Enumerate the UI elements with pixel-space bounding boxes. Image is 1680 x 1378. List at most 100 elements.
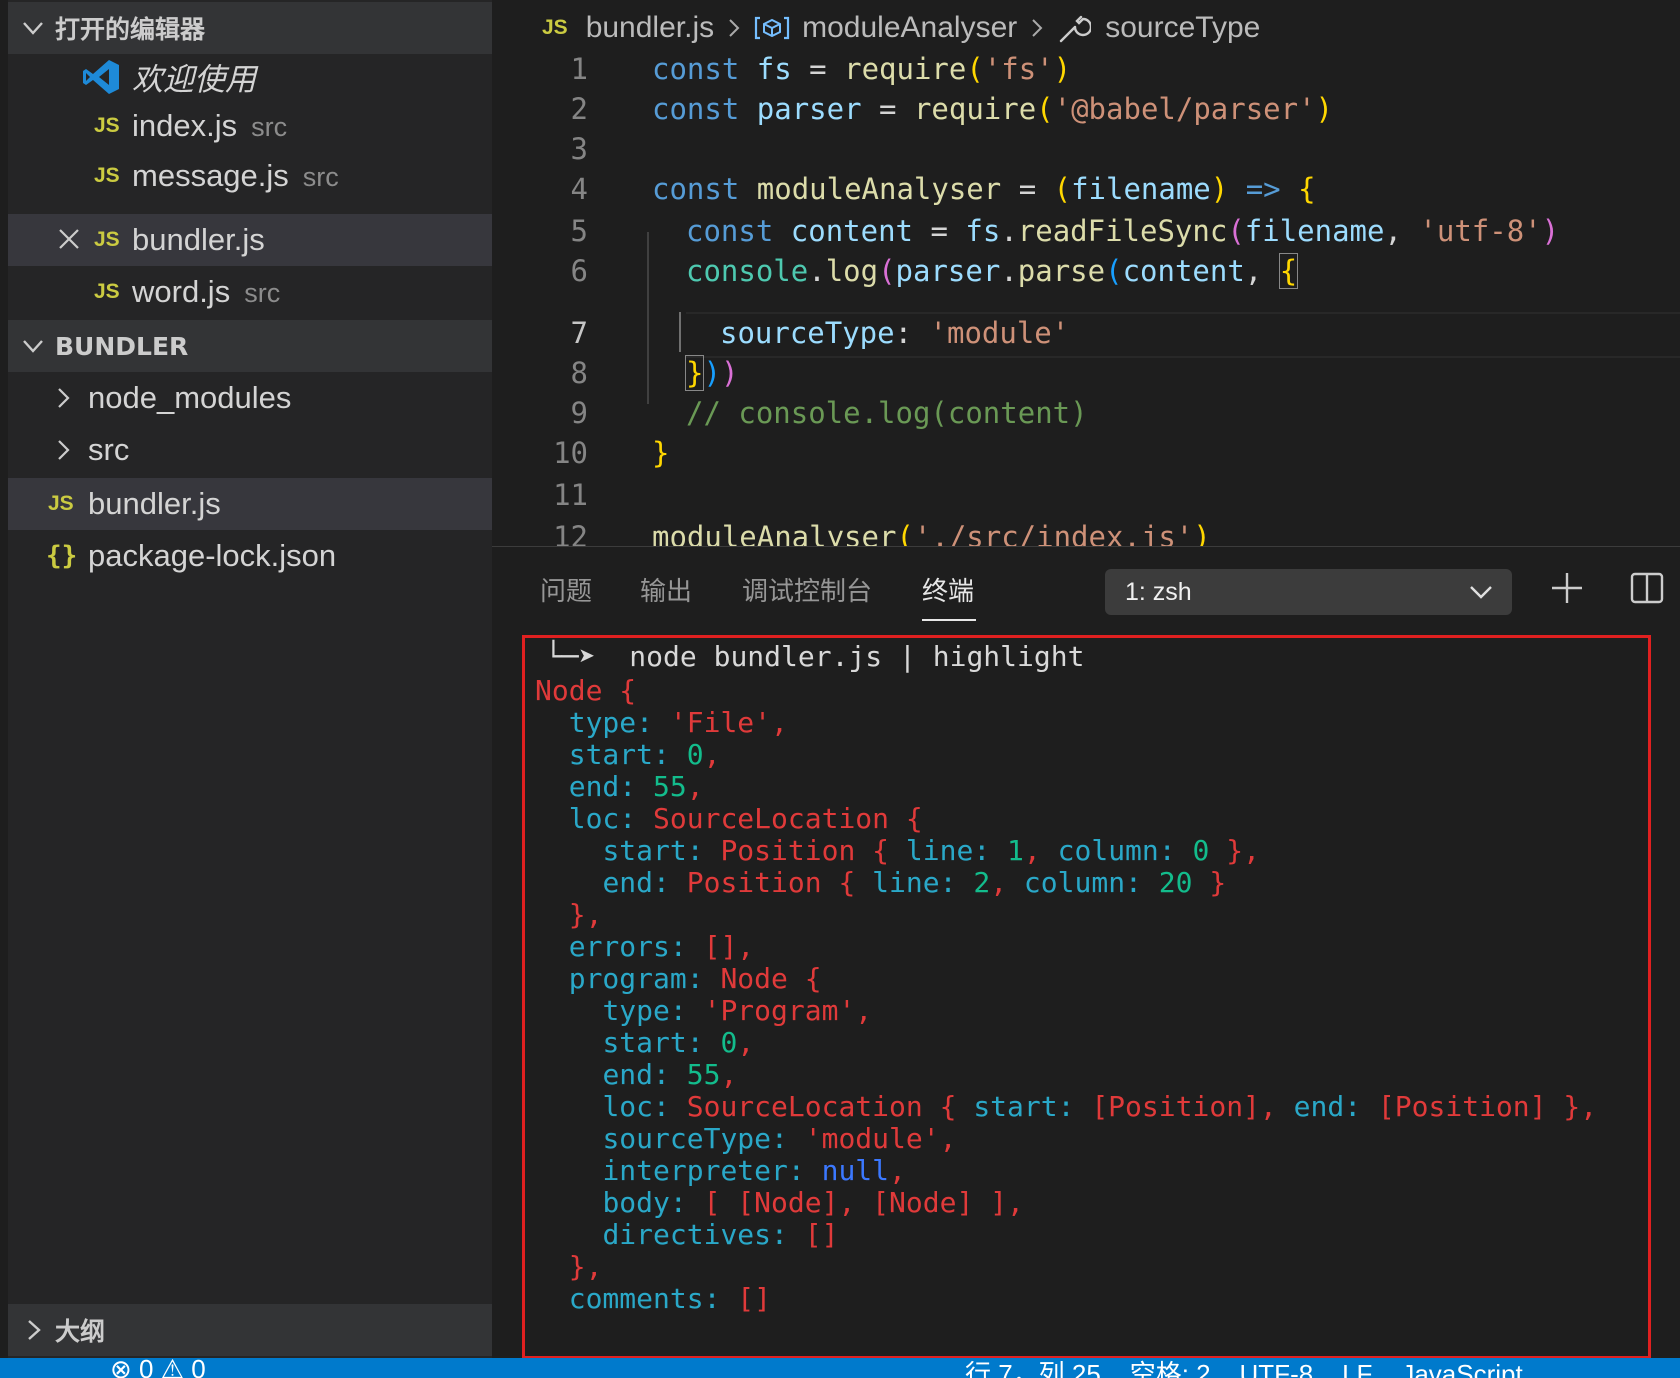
tree-item-src[interactable]: src xyxy=(8,424,492,476)
line-number: 3 xyxy=(570,132,588,166)
terminal-line: end: 55, xyxy=(568,770,704,803)
project-header[interactable]: BUNDLER xyxy=(8,320,492,372)
line-number: 1 xyxy=(570,52,588,86)
terminal-line: start: 0, xyxy=(602,1026,755,1059)
explorer-sidebar: 打开的编辑器 欢迎使用 JS index.js src JS message.js… xyxy=(0,0,492,1358)
code-text: // console.log(content) xyxy=(686,396,1088,430)
code-line: 10} xyxy=(492,432,1680,475)
tree-item-label: node_modules xyxy=(88,380,292,415)
tree-item-package-lock[interactable]: {} package-lock.json xyxy=(8,530,492,582)
outline-header[interactable]: 大纲 xyxy=(8,1304,492,1356)
problems-status[interactable]: ⊗ 0 ⚠ 0 xyxy=(110,1358,206,1378)
line-number: 6 xyxy=(570,254,588,288)
js-file-icon: JS xyxy=(94,280,120,303)
project-title: BUNDLER xyxy=(55,331,189,361)
terminal-line: end: 55, xyxy=(602,1058,738,1091)
open-editor-item-message[interactable]: JS message.js src xyxy=(8,150,492,202)
active-tab-indicator xyxy=(922,619,976,621)
code-line: 8})) xyxy=(492,352,1680,395)
open-editor-item-index[interactable]: JS index.js src xyxy=(8,100,492,152)
breadcrumb-symbol[interactable]: moduleAnalyser xyxy=(802,11,1017,45)
chevron-right-icon xyxy=(28,1320,41,1340)
tab-terminal[interactable]: 终端 xyxy=(922,571,974,608)
open-editor-item-bundler[interactable]: JS bundler.js xyxy=(8,214,492,266)
prompt-arrow-icon: └─➤ xyxy=(545,640,596,673)
terminal-line: body: [ [Node], [Node] ], xyxy=(602,1186,1024,1219)
terminal-line: Node { xyxy=(535,674,637,707)
variable-icon xyxy=(755,16,790,40)
js-file-icon: JS xyxy=(48,492,74,515)
open-editor-desc: src xyxy=(302,162,339,192)
code-line: 3 xyxy=(492,128,1680,171)
tree-item-label: bundler.js xyxy=(88,486,221,521)
open-editor-item-welcome[interactable]: 欢迎使用 xyxy=(8,50,492,102)
open-editor-label: 欢迎使用 xyxy=(132,61,256,97)
code-editor[interactable]: JS bundler.js moduleAnalyser sourceType … xyxy=(492,0,1680,546)
js-file-icon: JS xyxy=(94,164,120,187)
open-editors-title: 打开的编辑器 xyxy=(55,15,206,44)
open-editor-label: message.js xyxy=(132,158,289,193)
code-text: })) xyxy=(684,355,739,391)
terminal-line: start: 0, xyxy=(568,738,721,771)
code-line: 6 console.log(parser.parse(content, { xyxy=(492,250,1680,293)
chevron-right-icon xyxy=(58,388,70,408)
code-line: 9 // console.log(content) xyxy=(492,392,1680,435)
vscode-logo-icon xyxy=(83,60,119,94)
terminal-line: comments: [] xyxy=(568,1282,772,1315)
terminal-line: sourceType: 'module', xyxy=(602,1122,957,1155)
terminal-line: directives: [] xyxy=(602,1218,839,1251)
status-bar: ⊗ 0 ⚠ 0 行 7，列 25 空格: 2 UTF-8 LF JavaScri… xyxy=(0,1358,1680,1378)
editor-status[interactable]: 行 7，列 25 空格: 2 UTF-8 LF JavaScript xyxy=(965,1358,1523,1378)
js-file-icon: JS xyxy=(94,228,120,251)
code-text: } xyxy=(652,436,670,470)
terminal-line: loc: SourceLocation { start: [Position],… xyxy=(602,1090,1598,1123)
add-terminal-icon[interactable] xyxy=(1550,571,1584,605)
line-number: 2 xyxy=(570,92,588,126)
chevron-down-icon xyxy=(1470,586,1492,599)
tree-item-bundler[interactable]: JS bundler.js xyxy=(8,478,492,530)
terminal-line: start: Position { line: 1, column: 0 }, xyxy=(602,834,1260,867)
line-number: 10 xyxy=(553,436,588,470)
code-line: 11 xyxy=(492,474,1680,517)
code-text: sourceType: 'module' xyxy=(720,316,1070,350)
terminal-select[interactable]: 1: zsh xyxy=(1105,569,1512,615)
js-file-icon: JS xyxy=(94,114,120,137)
breadcrumb-file[interactable]: bundler.js xyxy=(586,11,714,45)
terminal-output[interactable]: └─➤ node bundler.js | highlight Node { t… xyxy=(522,635,1651,1359)
code-text: const parser = require('@babel/parser') xyxy=(652,92,1334,126)
line-number: 11 xyxy=(553,478,588,512)
code-text: moduleAnalyser('./src/index.js') xyxy=(652,520,1211,546)
activity-strip xyxy=(0,0,8,1358)
terminal-command: node bundler.js | highlight xyxy=(629,640,1085,673)
outline-title: 大纲 xyxy=(55,1317,106,1346)
code-text: const moduleAnalyser = (filename) => { xyxy=(652,172,1316,206)
chevron-right-icon xyxy=(1029,17,1045,39)
open-editor-label: bundler.js xyxy=(132,222,265,257)
code-line: 2 const parser = require('@babel/parser') xyxy=(492,88,1680,131)
tab-problems[interactable]: 问题 xyxy=(540,571,592,608)
chevron-right-icon xyxy=(726,17,742,39)
tab-debug-console[interactable]: 调试控制台 xyxy=(742,571,872,608)
chevron-down-icon xyxy=(23,340,43,353)
terminal-select-value: 1: zsh xyxy=(1125,578,1192,606)
open-editor-item-word[interactable]: JS word.js src xyxy=(8,266,492,318)
tree-item-label: package-lock.json xyxy=(88,538,337,573)
tree-item-label: src xyxy=(88,432,130,467)
terminal-line: }, xyxy=(568,898,603,931)
json-file-icon: {} xyxy=(46,541,78,571)
wrench-icon xyxy=(1060,15,1092,43)
close-icon[interactable] xyxy=(58,228,80,250)
open-editor-desc: src xyxy=(244,278,281,308)
tab-output[interactable]: 输出 xyxy=(640,571,692,608)
open-editors-header[interactable]: 打开的编辑器 xyxy=(8,2,492,54)
code-text: const content = fs.readFileSync(filename… xyxy=(686,214,1560,248)
open-editor-label: index.js xyxy=(132,108,238,143)
tree-item-node-modules[interactable]: node_modules xyxy=(8,372,492,424)
terminal-line: end: Position { line: 2, column: 20 } xyxy=(602,866,1227,899)
split-terminal-icon[interactable] xyxy=(1630,571,1664,605)
breadcrumb-symbol[interactable]: sourceType xyxy=(1105,11,1260,45)
bottom-panel: 问题 输出 调试控制台 终端 1: zsh └─➤ node bundler.j… xyxy=(492,546,1680,1359)
terminal-line: type: 'Program', xyxy=(602,994,873,1027)
terminal-line: }, xyxy=(568,1250,603,1283)
terminal-line: program: Node { xyxy=(568,962,822,995)
